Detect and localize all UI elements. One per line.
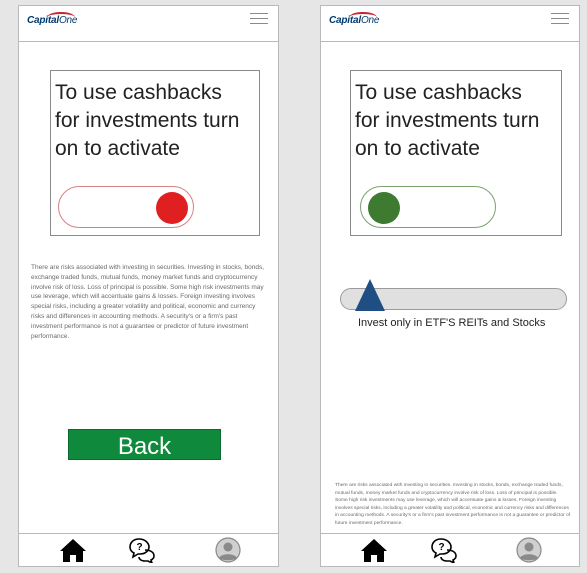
toggle-knob: [156, 192, 188, 224]
cashback-toggle-on[interactable]: [360, 186, 496, 228]
chat-help-icon[interactable]: ?: [128, 537, 156, 563]
activate-text-line-1: To use cashbacks: [55, 81, 222, 104]
slider-thumb[interactable]: [355, 279, 385, 311]
logo-swoosh: [349, 12, 377, 23]
back-button[interactable]: Back: [68, 429, 221, 460]
activate-text-line-3: on to activate: [55, 137, 180, 160]
activate-card: To use cashbacks for investments turn on…: [350, 70, 562, 236]
chat-help-icon[interactable]: ?: [430, 537, 458, 563]
capital-one-logo[interactable]: CapitalOne: [329, 12, 379, 26]
top-bar: CapitalOne: [19, 6, 278, 42]
risk-disclaimer: There are risks associated with investin…: [335, 483, 571, 526]
hamburger-menu-icon[interactable]: [250, 13, 268, 25]
activate-text-line-3: on to activate: [355, 137, 480, 160]
svg-text:?: ?: [136, 542, 142, 553]
svg-text:?: ?: [438, 542, 444, 553]
top-bar: CapitalOne: [321, 6, 579, 42]
profile-icon[interactable]: [515, 537, 543, 563]
activate-card: To use cashbacks for investments turn on…: [50, 70, 260, 236]
slider-label: Invest only in ETF'S REITs and Stocks: [358, 317, 546, 329]
home-icon[interactable]: [360, 537, 388, 563]
activate-text-line-2: for investments turn: [55, 109, 240, 132]
risk-disclaimer: There are risks associated with investin…: [31, 264, 265, 340]
activate-text-line-2: for investments turn: [355, 109, 540, 132]
activate-text: To use cashbacks for investments turn on…: [355, 79, 539, 163]
logo-swoosh: [47, 12, 75, 23]
phone-screen-right: CapitalOne To use cashbacks for investme…: [320, 5, 580, 567]
hamburger-menu-icon[interactable]: [551, 13, 569, 25]
capital-one-logo[interactable]: CapitalOne: [27, 12, 77, 26]
activate-text: To use cashbacks for investments turn on…: [55, 79, 239, 163]
home-icon[interactable]: [59, 537, 87, 563]
profile-icon[interactable]: [214, 537, 242, 563]
phone-screen-left: CapitalOne To use cashbacks for investme…: [18, 5, 279, 567]
toggle-knob: [368, 192, 400, 224]
cashback-toggle-off[interactable]: [58, 186, 194, 228]
bottom-nav-bar: ?: [321, 533, 579, 566]
bottom-nav-bar: ?: [19, 533, 278, 566]
activate-text-line-1: To use cashbacks: [355, 81, 522, 104]
